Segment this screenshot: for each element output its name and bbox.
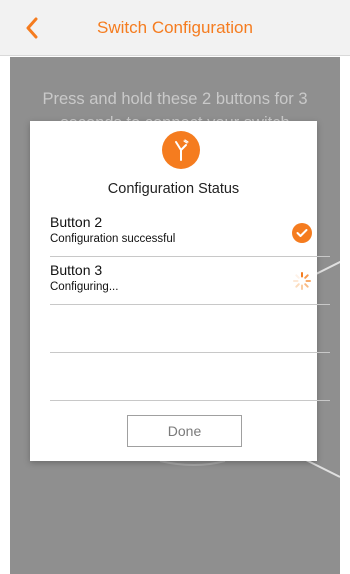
configuration-status-dialog: Configuration Status Button 2 Configurat…: [30, 121, 330, 461]
spinner-icon: [293, 272, 311, 290]
back-button[interactable]: [18, 14, 46, 42]
navigation-bar: Switch Configuration: [0, 0, 350, 56]
row-status: Configuration successful: [50, 233, 176, 245]
check-icon: [292, 223, 312, 243]
empty-row: [50, 305, 330, 353]
row-name: Button 3: [50, 262, 103, 278]
done-button[interactable]: Done: [127, 415, 242, 447]
chevron-left-icon: [26, 17, 38, 39]
empty-row: [50, 353, 330, 401]
dialog-title: Configuration Status: [107, 181, 240, 197]
row-status: Configuring...: [50, 281, 119, 293]
switch-logo-icon: [162, 131, 200, 169]
page-title: Switch Configuration: [97, 18, 253, 37]
row-name: Button 2: [50, 214, 103, 230]
status-row-button-2: Button 2 Configuration successful: [50, 209, 330, 257]
status-row-button-3: Button 3 Configuring...: [50, 257, 330, 305]
